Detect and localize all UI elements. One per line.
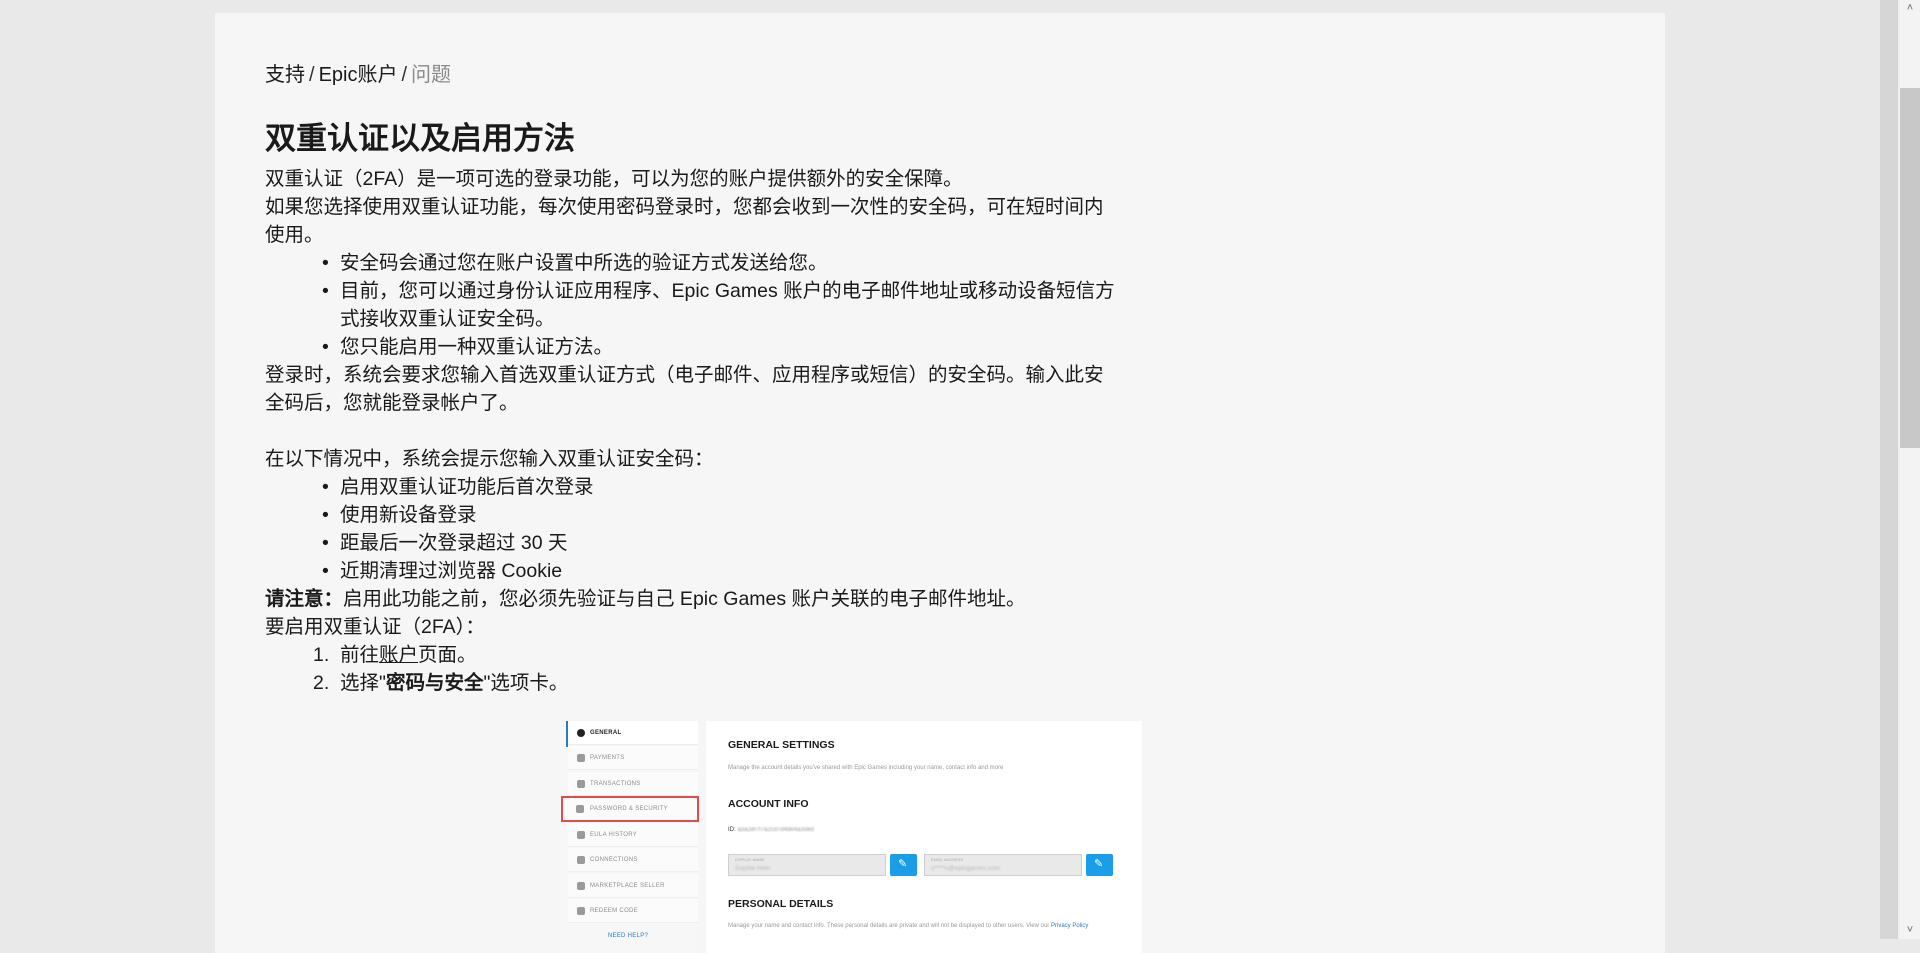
sidebar-item-redeem-code: REDEEM CODE xyxy=(568,899,698,923)
breadcrumb-current: 问题 xyxy=(411,64,452,86)
step-text: "选项卡。 xyxy=(483,672,569,694)
share-icon xyxy=(577,856,585,864)
sidebar-item-label: MARKETPLACE SELLER xyxy=(590,883,665,889)
general-settings-heading: GENERAL SETTINGS xyxy=(728,739,835,751)
list-item: 距最后一次登录超过 30 天 xyxy=(322,529,1115,557)
list-item: 目前，您可以通过身份认证应用程序、Epic Games 账户的电子邮件地址或移动… xyxy=(322,277,1115,333)
settings-main-panel: GENERAL SETTINGS Manage the account deta… xyxy=(706,721,1142,953)
breadcrumb-epic-account[interactable]: Epic账户 xyxy=(319,64,398,86)
id-value: a3a2ef7f7a2cd7d4de4a3ded xyxy=(737,827,814,833)
note-label: 请注意： xyxy=(265,588,344,610)
note-paragraph: 请注意：启用此功能之前，您必须先验证与自己 Epic Games 账户关联的电子… xyxy=(265,585,1115,613)
sidebar-item-general: GENERAL xyxy=(568,721,698,745)
field-label: DISPLAY NAME xyxy=(735,857,765,862)
account-info-heading: ACCOUNT INFO xyxy=(728,798,809,810)
account-settings-screenshot: GENERAL PAYMENTS TRANSACTIONS PASSWORD &… xyxy=(560,721,1150,953)
account-id: ID: a3a2ef7f7a2cd7d4de4a3ded xyxy=(728,827,814,833)
need-help-link: NEED HELP? xyxy=(607,933,649,939)
card-icon xyxy=(577,754,585,762)
intro-paragraph: 如果您选择使用双重认证功能，每次使用密码登录时，您都会收到一次性的安全码，可在短… xyxy=(265,196,1104,246)
settings-sidebar: GENERAL PAYMENTS TRANSACTIONS PASSWORD &… xyxy=(560,721,699,953)
code-info-list: 安全码会通过您在账户设置中所选的验证方式发送给您。 目前，您可以通过身份认证应用… xyxy=(265,249,1115,361)
cases-list: 启用双重认证功能后首次登录 使用新设备登录 距最后一次登录超过 30 天 近期清… xyxy=(265,473,1115,585)
scrollbar-thumb[interactable] xyxy=(1900,88,1920,448)
step-number: 1. xyxy=(313,644,330,666)
login-paragraph: 登录时，系统会要求您输入首选双重认证方式（电子邮件、应用程序或短信）的安全码。输… xyxy=(265,364,1104,414)
article-body: 双重认证（2FA）是一项可选的登录功能，可以为您的账户提供额外的安全保障。 如果… xyxy=(265,165,1115,697)
step-text: 前往 xyxy=(340,644,380,666)
key-icon xyxy=(576,805,584,813)
step-item: 2. 选择"密码与安全"选项卡。 xyxy=(313,669,1115,697)
gift-icon xyxy=(577,907,585,915)
breadcrumb: 支持 / Epic账户 / 问题 xyxy=(265,58,451,87)
cases-intro: 在以下情况中，系统会提示您输入双重认证安全码： xyxy=(265,448,714,470)
sidebar-item-marketplace-seller: MARKETPLACE SELLER xyxy=(568,874,698,898)
list-item: 近期清理过浏览器 Cookie xyxy=(322,557,1115,585)
step-bold: 密码与安全 xyxy=(385,672,484,694)
scroll-up-icon[interactable]: ˄ xyxy=(1904,2,1916,14)
step-number: 2. xyxy=(313,672,330,694)
step-text: 选择" xyxy=(340,672,386,694)
sidebar-item-label: PAYMENTS xyxy=(590,755,625,761)
personal-details-heading: PERSONAL DETAILS xyxy=(728,898,834,910)
article-page: 支持 / Epic账户 / 问题 双重认证以及启用方法 双重认证（2FA）是一项可选的登… xyxy=(215,13,1665,953)
sidebar-item-password-security: PASSWORD & SECURITY xyxy=(561,796,699,822)
sidebar-item-connections: CONNECTIONS xyxy=(568,848,698,872)
field-value: s****n@epicgames.com xyxy=(931,865,1001,872)
history-icon xyxy=(577,780,585,788)
sidebar-item-label: GENERAL xyxy=(590,730,622,736)
account-link[interactable]: 账户 xyxy=(379,644,418,666)
steps-list: 1. 前往账户页面。 2. 选择"密码与安全"选项卡。 xyxy=(265,641,1115,697)
personal-details-subtitle: Manage your name and contact info. These… xyxy=(728,922,1128,931)
privacy-policy-link: Privacy Policy xyxy=(1050,923,1089,929)
enable-intro: 要启用双重认证（2FA）： xyxy=(265,616,485,638)
display-name-field: DISPLAY NAME Sophie Hein xyxy=(728,854,886,876)
list-item: 安全码会通过您在账户设置中所选的验证方式发送给您。 xyxy=(322,249,1115,277)
sidebar-item-label: PASSWORD & SECURITY xyxy=(590,806,668,812)
note-text: 启用此功能之前，您必须先验证与自己 Epic Games 账户关联的电子邮件地址… xyxy=(343,588,1026,610)
breadcrumb-support[interactable]: 支持 xyxy=(265,64,305,86)
sidebar-item-label: TRANSACTIONS xyxy=(590,781,641,787)
scrollbar-region: ˄ ˅ xyxy=(1880,0,1920,939)
user-icon xyxy=(577,729,585,737)
list-item: 您只能启用一种双重认证方法。 xyxy=(322,333,1115,361)
intro-paragraph: 双重认证（2FA）是一项可选的登录功能，可以为您的账户提供额外的安全保障。 xyxy=(265,168,963,190)
personal-sub-text: Manage your name and contact info. These… xyxy=(728,923,1050,929)
scroll-down-icon[interactable]: ˅ xyxy=(1904,924,1916,936)
edit-display-name-button xyxy=(890,854,917,876)
sidebar-item-label: REDEEM CODE xyxy=(590,908,638,914)
general-settings-subtitle: Manage the account details you've shared… xyxy=(728,765,1004,771)
sidebar-item-label: CONNECTIONS xyxy=(590,857,638,863)
field-label: EMAIL ADDRESS xyxy=(931,857,964,862)
document-icon xyxy=(577,831,585,839)
id-label: ID: xyxy=(728,827,736,833)
sidebar-item-payments: PAYMENTS xyxy=(568,746,698,770)
list-item: 启用双重认证功能后首次登录 xyxy=(322,473,1115,501)
step-text: 页面。 xyxy=(418,644,477,666)
list-item: 使用新设备登录 xyxy=(322,501,1115,529)
step-item: 1. 前往账户页面。 xyxy=(313,641,1115,669)
edit-email-button xyxy=(1086,854,1113,876)
sidebar-item-label: EULA HISTORY xyxy=(590,832,638,838)
sidebar-item-transactions: TRANSACTIONS xyxy=(568,772,698,796)
email-field: EMAIL ADDRESS s****n@epicgames.com xyxy=(924,854,1082,876)
outer-scrollbar-track[interactable] xyxy=(1880,0,1898,939)
person-icon xyxy=(577,882,585,890)
breadcrumb-separator: / xyxy=(309,64,315,86)
page-title: 双重认证以及启用方法 xyxy=(265,121,575,156)
sidebar-item-eula-history: EULA HISTORY xyxy=(568,823,698,847)
breadcrumb-separator: / xyxy=(401,64,408,86)
field-value: Sophie Hein xyxy=(735,865,771,872)
